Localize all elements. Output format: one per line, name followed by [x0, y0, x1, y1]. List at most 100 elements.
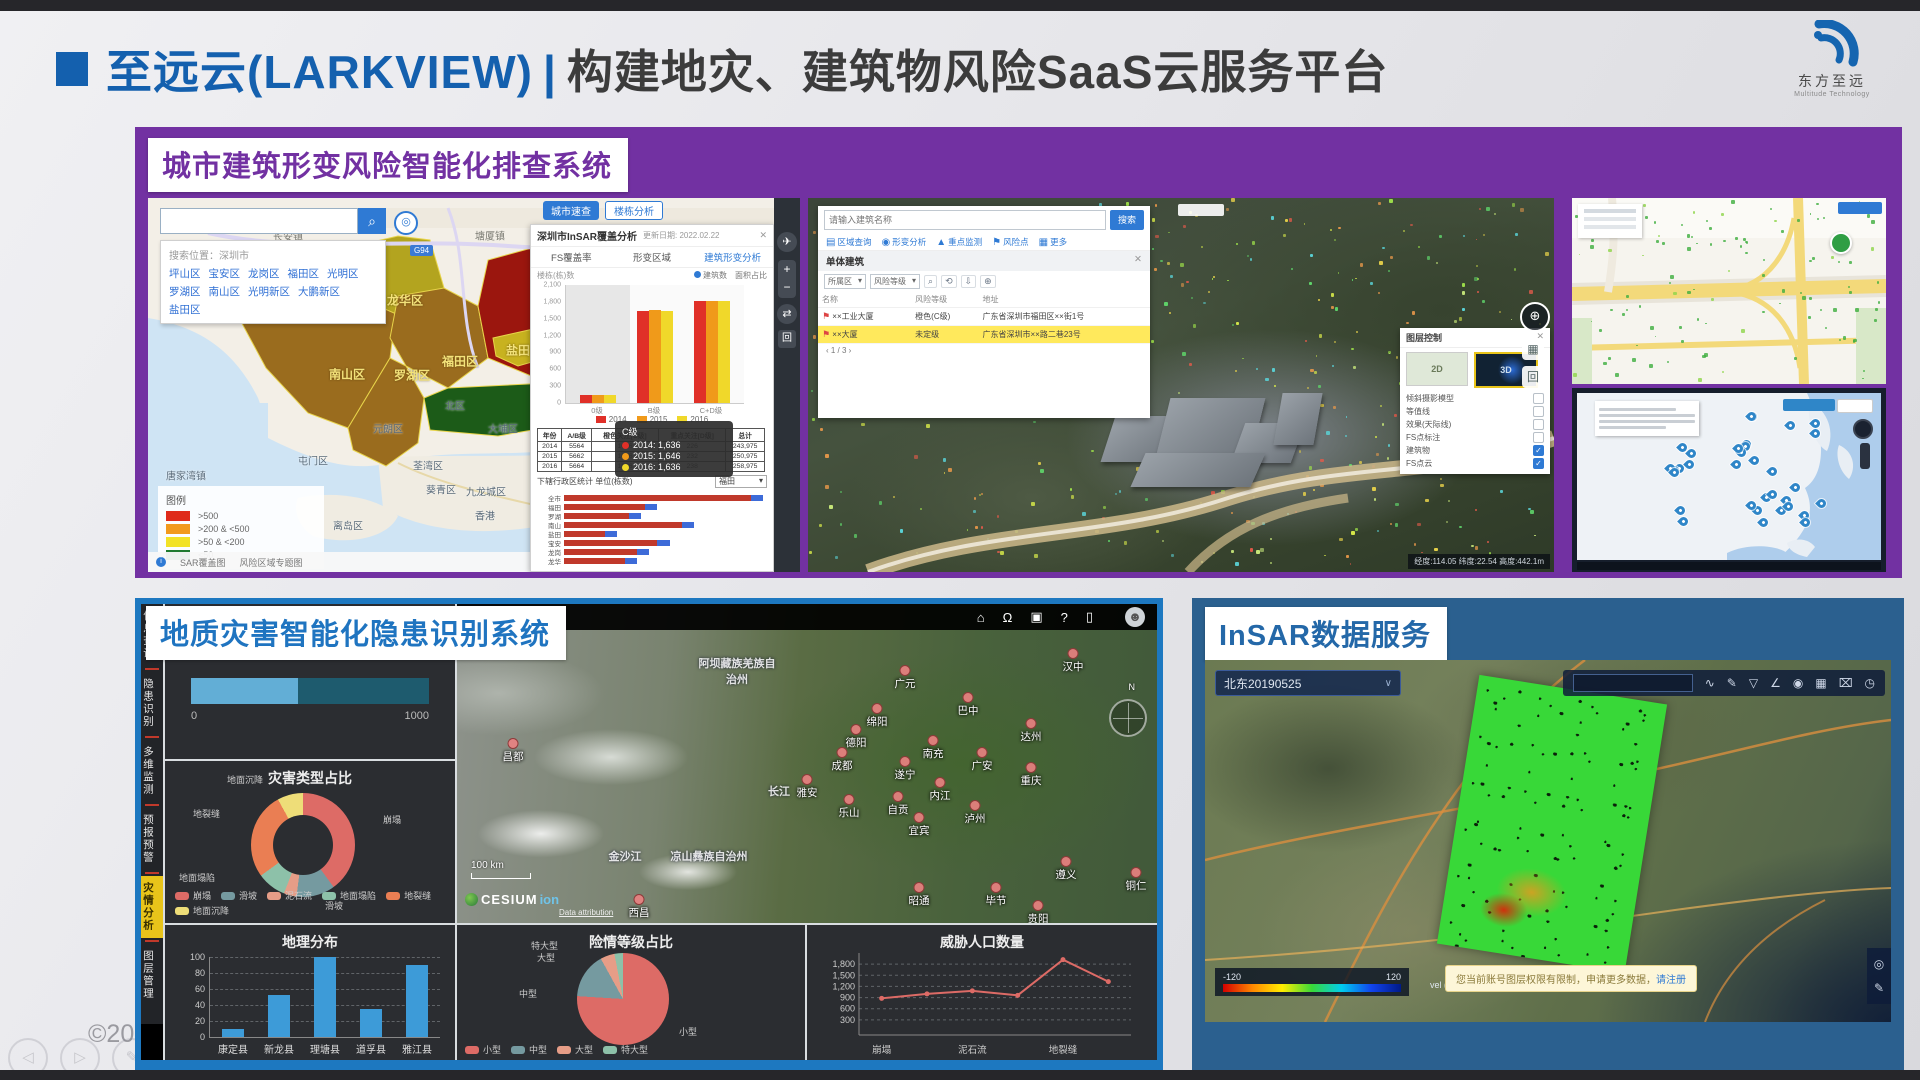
marker-dot-icon	[969, 799, 981, 811]
district-link[interactable]: 坪山区	[169, 266, 201, 281]
toolbar-item[interactable]: ▦ 更多	[1039, 236, 1067, 248]
delete-icon[interactable]: ⌧	[1839, 676, 1853, 690]
layer-row[interactable]: 效果(天际线)	[1400, 418, 1550, 431]
add-icon[interactable]: ⊕	[1520, 302, 1550, 332]
chip-city-scan[interactable]: 城市速查	[543, 201, 599, 220]
compass-icon[interactable]	[1109, 699, 1147, 737]
bar	[592, 394, 605, 403]
measure-icon[interactable]: ∠	[1770, 676, 1781, 690]
district-link[interactable]: 宝安区	[209, 266, 241, 281]
layer-checkbox[interactable]	[1533, 419, 1544, 430]
filter-icon[interactable]: ▽	[1749, 676, 1758, 690]
search-input[interactable]	[160, 208, 358, 234]
sidebar-item[interactable]: 灾情分析	[141, 876, 163, 938]
map-action-chip[interactable]	[1838, 202, 1882, 214]
y-tick-label: 60	[194, 984, 205, 994]
building-search-input[interactable]	[824, 210, 1106, 230]
footer-tab[interactable]: SAR覆盖图	[180, 556, 226, 569]
register-link[interactable]: 请注册	[1656, 975, 1686, 986]
primary-action-chip[interactable]	[1783, 399, 1835, 411]
building-search-button[interactable]: 搜索	[1110, 210, 1144, 230]
toolbar-item[interactable]: ▤ 区域查询	[826, 236, 871, 248]
snapshot-icon[interactable]: 回	[1522, 366, 1544, 388]
sidebar-item[interactable]: 图层管理	[141, 944, 163, 1006]
filter-action-icon[interactable]: ⇩	[960, 275, 977, 288]
search-icon[interactable]: ⌕	[358, 208, 386, 234]
layer-row[interactable]: 倾斜摄影模型	[1400, 392, 1550, 405]
toolbar-item[interactable]: ⚑ 风险点	[992, 236, 1028, 248]
insar-search-input[interactable]	[1572, 674, 1693, 692]
district-link[interactable]: 福田区	[288, 266, 320, 281]
toolbar-item[interactable]: ▲ 重点监测	[936, 236, 982, 248]
chart-toggle[interactable]: 建筑数	[694, 270, 727, 281]
zoom-controls[interactable]: + −	[778, 260, 796, 298]
popup-tab[interactable]: 形变区域	[612, 247, 693, 267]
district-link[interactable]: 南山区	[209, 284, 241, 299]
basemap-2d-thumb[interactable]: 2D	[1406, 352, 1468, 386]
pagination[interactable]: ‹ 1 / 3 ›	[818, 344, 1150, 357]
filter-select[interactable]: 所属区 ▾	[824, 274, 867, 289]
layer-checkbox[interactable]	[1533, 406, 1544, 417]
logo-text: 东方至远	[1798, 73, 1866, 89]
colorbar-gradient	[1223, 984, 1401, 992]
avatar[interactable]: ☻	[1125, 607, 1145, 627]
navigate-icon[interactable]: ✈	[777, 232, 797, 252]
globe-icon[interactable]: ◉	[1793, 676, 1803, 690]
chart-toggle[interactable]: 面积占比	[735, 270, 767, 281]
map-scale: 100 km	[471, 860, 531, 879]
history-icon[interactable]: ◷	[1865, 676, 1875, 690]
data-attribution-link[interactable]: Data attribution	[559, 908, 613, 917]
swap-icon[interactable]: ⇄	[777, 304, 797, 324]
filter-action-icon[interactable]: ⌕	[924, 275, 938, 288]
layer-row[interactable]: FS点云 ✓	[1400, 457, 1550, 470]
chip-building-analysis[interactable]: 楼栋分析	[605, 201, 663, 220]
cluster-marker[interactable]	[1830, 232, 1852, 254]
layers-icon[interactable]: ▦	[1522, 338, 1544, 360]
filter-action-icon[interactable]: ⊕	[980, 275, 996, 288]
district-link[interactable]: 大鹏新区	[298, 284, 340, 299]
layer-checkbox[interactable]	[1533, 393, 1544, 404]
secondary-action-chip[interactable]	[1837, 399, 1873, 413]
sidebar-item[interactable]: 多维监测	[141, 740, 163, 802]
device-icon[interactable]: ▯	[1086, 609, 1093, 625]
compass-icon[interactable]: ◎	[1867, 952, 1891, 976]
zoom-controls[interactable]	[1860, 443, 1870, 469]
layer-row[interactable]: 建筑物 ✓	[1400, 444, 1550, 457]
image-icon[interactable]: ▣	[1030, 609, 1042, 625]
district-link[interactable]: 光明区	[327, 266, 359, 281]
district-link[interactable]: 罗湖区	[169, 284, 201, 299]
close-icon[interactable]: ✕	[1134, 254, 1142, 268]
footer-tab[interactable]: 风险区域专题图	[240, 556, 303, 569]
bell-icon[interactable]: Ω	[1003, 610, 1013, 625]
snapshot-icon[interactable]: 回	[778, 330, 796, 348]
sidebar-item[interactable]: 预报预警	[141, 808, 163, 870]
district-link[interactable]: 光明新区	[248, 284, 290, 299]
district-link[interactable]: 盐田区	[169, 302, 201, 317]
legend-swatch	[166, 524, 190, 534]
popup-tab[interactable]: FS覆盖率	[531, 247, 612, 267]
edit-icon[interactable]: ✎	[1727, 676, 1737, 690]
layer-row[interactable]: FS点标注	[1400, 431, 1550, 444]
help-icon[interactable]: ?	[1061, 610, 1068, 625]
close-icon[interactable]: ✕	[759, 230, 767, 241]
district-link[interactable]: 龙岗区	[248, 266, 280, 281]
china-map	[1577, 393, 1881, 560]
locate-icon[interactable]: ◎	[394, 211, 418, 235]
layer-checkbox[interactable]: ✓	[1533, 445, 1544, 456]
chart-icon[interactable]: ∿	[1705, 676, 1715, 690]
filter-action-icon[interactable]: ⟲	[941, 275, 957, 288]
compass-icon[interactable]	[1853, 419, 1873, 439]
table-row[interactable]: ⚑ ××大厦 未定级 广东省深圳市××路二巷23号	[818, 325, 1150, 344]
layer-checkbox[interactable]	[1533, 432, 1544, 443]
draw-icon[interactable]: ✎	[1867, 976, 1891, 1000]
table-row[interactable]: ⚑ ××工业大厦 橙色(C级) 广东省深圳市福田区××街1号	[818, 307, 1150, 326]
popup-tab[interactable]: 建筑形变分析	[692, 247, 773, 267]
sidebar-item[interactable]: 隐患识别	[141, 672, 163, 734]
layer-checkbox[interactable]: ✓	[1533, 458, 1544, 469]
layer-row[interactable]: 等值线	[1400, 405, 1550, 418]
toolbar-item[interactable]: ◉ 形变分析	[881, 236, 926, 248]
filter-select[interactable]: 风险等级 ▾	[870, 274, 921, 289]
date-dropdown[interactable]: 北东20190525 ∨	[1215, 670, 1401, 696]
layers-icon[interactable]: ▦	[1815, 676, 1826, 690]
home-icon[interactable]: ⌂	[977, 610, 985, 625]
